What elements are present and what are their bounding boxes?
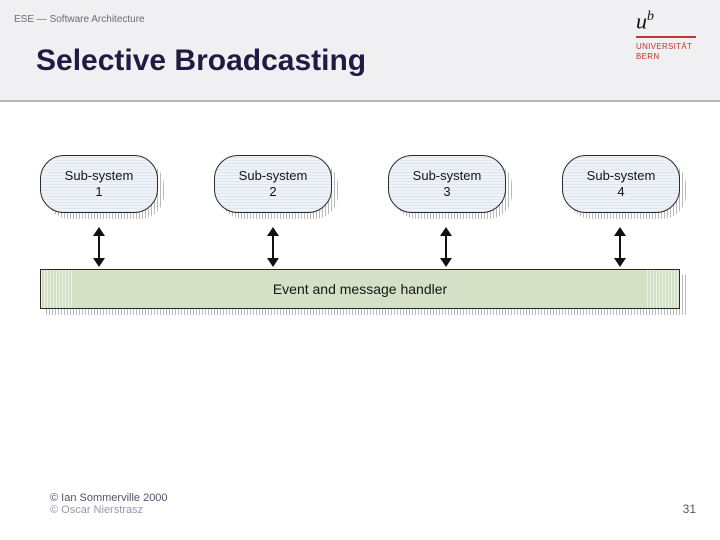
logo-mark-b: b bbox=[647, 9, 654, 24]
page-number: 31 bbox=[683, 502, 696, 516]
subsystem-label: Sub-system bbox=[413, 168, 482, 184]
logo-text-1: UNIVERSITÄT bbox=[636, 42, 696, 52]
subsystem-1: Sub-system 1 bbox=[40, 155, 158, 213]
event-handler-box: Event and message handler bbox=[40, 269, 680, 313]
subsystem-4: Sub-system 4 bbox=[562, 155, 680, 213]
subsystem-3: Sub-system 3 bbox=[388, 155, 506, 213]
footer-credit: © Ian Sommerville 2000 © Oscar Nierstras… bbox=[50, 492, 168, 516]
breadcrumb: ESE — Software Architecture bbox=[14, 14, 145, 25]
credit-secondary: © Oscar Nierstrasz bbox=[50, 504, 143, 516]
logo-text-2: BERN bbox=[636, 52, 696, 62]
credit-primary: © Ian Sommerville 2000 bbox=[50, 492, 168, 504]
subsystem-label: Sub-system bbox=[65, 168, 134, 184]
logo-mark: ub bbox=[636, 10, 696, 32]
subsystem-2: Sub-system 2 bbox=[214, 155, 332, 213]
page-title: Selective Broadcasting bbox=[36, 44, 366, 78]
university-logo: ub UNIVERSITÄT BERN bbox=[636, 10, 696, 62]
subsystem-number: 2 bbox=[269, 184, 276, 200]
event-handler-label: Event and message handler bbox=[273, 281, 447, 297]
diagram: Sub-system 1 Sub-system 2 Sub-system 3 bbox=[40, 155, 680, 335]
subsystem-number: 4 bbox=[617, 184, 624, 200]
arrow-row bbox=[40, 225, 680, 269]
logo-mark-u: u bbox=[636, 8, 647, 33]
logo-divider bbox=[636, 36, 696, 38]
subsystem-label: Sub-system bbox=[587, 168, 656, 184]
subsystem-number: 1 bbox=[95, 184, 102, 200]
subsystem-number: 3 bbox=[443, 184, 450, 200]
subsystem-row: Sub-system 1 Sub-system 2 Sub-system 3 bbox=[40, 155, 680, 225]
header-separator bbox=[0, 100, 720, 102]
subsystem-label: Sub-system bbox=[239, 168, 308, 184]
